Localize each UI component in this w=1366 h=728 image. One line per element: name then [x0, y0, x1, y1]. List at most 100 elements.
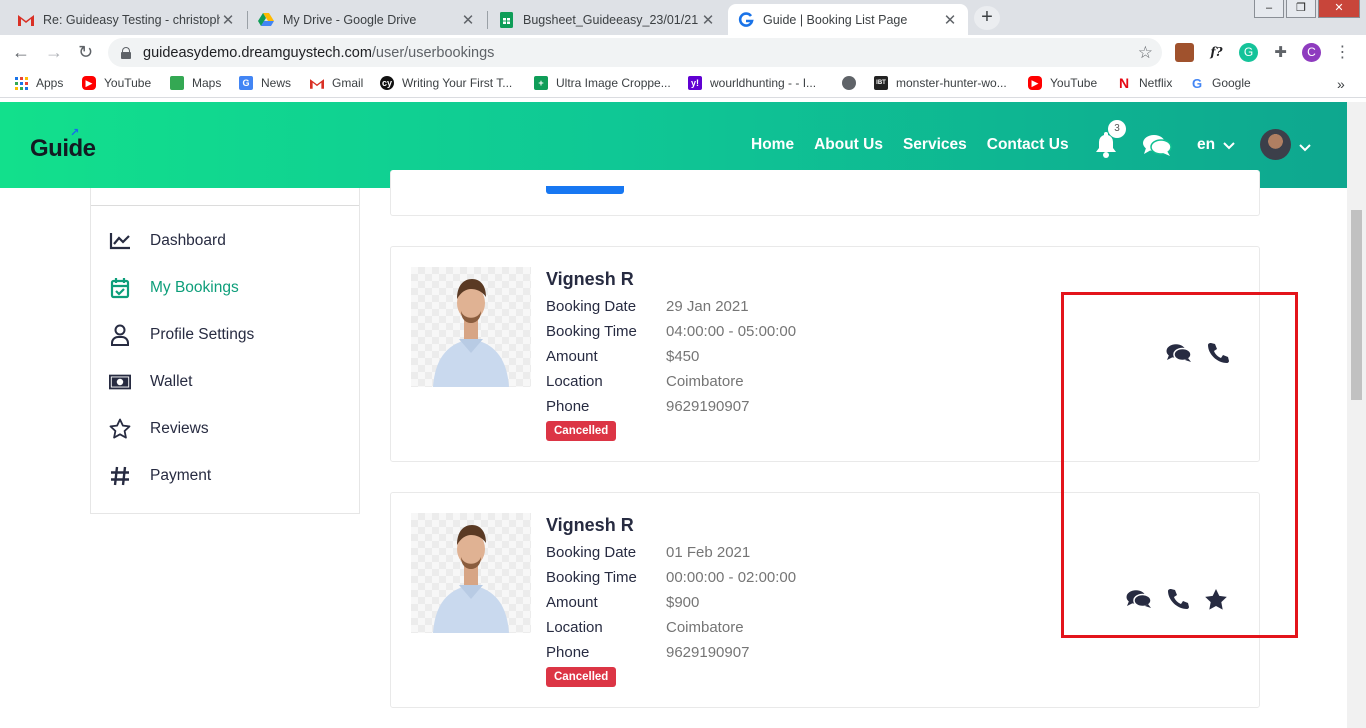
- sidebar-item-dashboard[interactable]: Dashboard: [109, 230, 226, 252]
- bookmark-label: Netflix: [1139, 76, 1173, 90]
- sidebar-item-profile-settings[interactable]: Profile Settings: [109, 324, 254, 346]
- netflix-icon: N: [1118, 75, 1130, 91]
- guide-photo: [411, 513, 531, 633]
- back-arrow-icon[interactable]: ←: [12, 42, 30, 63]
- user-icon: [109, 324, 131, 346]
- browser-toolbar: ← → ↻ guideasydemo.dreamguystech.com/use…: [0, 35, 1366, 70]
- sidebar-item-label: Profile Settings: [150, 326, 255, 343]
- browser-tab-drive[interactable]: My Drive - Google Drive ✕: [248, 4, 486, 35]
- yahoo-icon: y!: [688, 76, 702, 90]
- user-avatar[interactable]: [1260, 129, 1291, 160]
- sidebar-item-my-bookings[interactable]: My Bookings: [109, 277, 239, 299]
- close-tab-icon[interactable]: ✕: [460, 11, 476, 29]
- bookmark-gmail[interactable]: Gmail: [310, 76, 363, 90]
- bookmark-netflix[interactable]: N Netflix: [1117, 75, 1173, 91]
- gmail-icon: [18, 12, 34, 28]
- minimize-icon[interactable]: –: [1254, 0, 1284, 18]
- grammarly-icon[interactable]: G: [1239, 43, 1258, 62]
- guide-name[interactable]: Vignesh R: [546, 269, 634, 290]
- location-value: Coimbatore: [666, 373, 744, 390]
- nav-home[interactable]: Home: [751, 136, 794, 154]
- calendar-check-icon: [109, 277, 131, 299]
- address-bar[interactable]: guideasydemo.dreamguystech.com/user/user…: [108, 38, 1162, 67]
- logo-arrow-icon: ↗: [70, 127, 79, 139]
- divider: [91, 205, 359, 206]
- close-tab-icon[interactable]: ✕: [700, 11, 716, 29]
- bookmark-ultra-image[interactable]: + Ultra Image Croppe...: [534, 76, 671, 90]
- phone-value: 9629190907: [666, 398, 750, 415]
- profile-avatar[interactable]: C: [1302, 43, 1321, 62]
- nav-about-us[interactable]: About Us: [814, 136, 883, 154]
- bookmark-google[interactable]: G Google: [1190, 76, 1251, 91]
- main-nav: Home About Us Services Contact Us: [751, 136, 1089, 154]
- chevron-down-icon[interactable]: [1223, 139, 1235, 153]
- bookmark-monster-hunter[interactable]: IBT monster-hunter-wo...: [874, 76, 1007, 90]
- bookmark-label: wourldhunting - - I...: [710, 76, 817, 90]
- language-selector[interactable]: en: [1197, 136, 1215, 154]
- chevron-down-icon[interactable]: [1299, 141, 1311, 155]
- nav-contact-us[interactable]: Contact Us: [987, 136, 1069, 154]
- site-logo[interactable]: Guide ↗: [30, 127, 96, 163]
- bookmark-apps[interactable]: Apps: [14, 76, 63, 90]
- bookmark-globe[interactable]: [842, 76, 864, 90]
- close-tab-icon[interactable]: ✕: [220, 11, 236, 29]
- browser-tab-gmail[interactable]: Re: Guideasy Testing - christophe ✕: [8, 4, 246, 35]
- phone-row: Phone 9629190907: [546, 398, 749, 415]
- dashboard-sidebar: Dashboard My Bookings Profile Settings W…: [90, 188, 360, 514]
- amount-row: Amount $450: [546, 348, 699, 365]
- lock-icon: [121, 46, 131, 59]
- bookmark-writing[interactable]: cy Writing Your First T...: [380, 76, 512, 90]
- bookmark-youtube-2[interactable]: ▶ YouTube: [1028, 76, 1097, 90]
- location-row: Location Coimbatore: [546, 373, 744, 390]
- booking-date-row: Booking Date 29 Jan 2021: [546, 298, 749, 315]
- forward-arrow-icon[interactable]: →: [45, 42, 63, 63]
- extension-media-icon[interactable]: [1175, 43, 1194, 62]
- scrollbar-thumb[interactable]: [1351, 210, 1362, 400]
- youtube-icon: ▶: [1028, 76, 1042, 90]
- tab-title: Re: Guideasy Testing - christophe: [43, 12, 220, 27]
- phone-label: Phone: [546, 644, 590, 661]
- star-icon: [109, 418, 131, 440]
- location-value: Coimbatore: [666, 619, 744, 636]
- amount-row: Amount $900: [546, 594, 699, 611]
- bookmark-label: Google: [1212, 76, 1251, 90]
- chrome-menu-icon[interactable]: ⋮: [1333, 43, 1352, 62]
- bookmark-news[interactable]: G News: [239, 76, 291, 90]
- close-tab-icon[interactable]: ✕: [942, 11, 958, 29]
- hashtag-icon: [109, 465, 131, 487]
- new-tab-button[interactable]: +: [974, 6, 1000, 30]
- extension-function-icon[interactable]: f?: [1207, 43, 1226, 62]
- bookmark-label: Gmail: [332, 76, 364, 90]
- sidebar-item-payment[interactable]: Payment: [109, 465, 211, 487]
- location-row: Location Coimbatore: [546, 619, 744, 636]
- bookmark-maps[interactable]: Maps: [170, 76, 221, 90]
- chat-icon[interactable]: [1142, 133, 1172, 162]
- maximize-icon[interactable]: ❐: [1286, 0, 1316, 18]
- bookmark-wourldhunting[interactable]: y! wourldhunting - - I...: [688, 76, 816, 90]
- window-close-icon[interactable]: ✕: [1318, 0, 1360, 18]
- status-badge: Cancelled: [546, 667, 617, 687]
- sidebar-item-wallet[interactable]: Wallet: [109, 371, 193, 393]
- guide-name[interactable]: Vignesh R: [546, 515, 634, 536]
- sidebar-item-reviews[interactable]: Reviews: [109, 418, 209, 440]
- location-label: Location: [546, 373, 603, 390]
- location-label: Location: [546, 619, 603, 636]
- sidebar-item-label: Wallet: [150, 373, 193, 390]
- bookmark-youtube[interactable]: ▶ YouTube: [82, 76, 151, 90]
- booking-time-row: Booking Time 00:00:00 - 02:00:00: [546, 569, 796, 586]
- guide-photo: [411, 267, 531, 387]
- extensions-puzzle-icon[interactable]: ✚: [1271, 43, 1290, 62]
- browser-tab-sheets[interactable]: Bugsheet_Guideeasy_23/01/21 - ✕: [488, 4, 726, 35]
- booking-time-label: Booking Time: [546, 323, 637, 340]
- amount-label: Amount: [546, 594, 598, 611]
- bookmark-star-icon[interactable]: ☆: [1138, 43, 1153, 63]
- browser-tab-guide[interactable]: Guide | Booking List Page ✕: [728, 4, 968, 35]
- bookmark-label: monster-hunter-wo...: [896, 76, 1007, 90]
- reload-icon[interactable]: ↻: [78, 42, 93, 63]
- tab-title: Bugsheet_Guideeasy_23/01/21 -: [523, 12, 700, 27]
- booking-time-value: 00:00:00 - 02:00:00: [666, 569, 797, 586]
- bookmarks-overflow-icon[interactable]: »: [1337, 76, 1345, 92]
- page-scrollbar[interactable]: [1347, 102, 1366, 728]
- notification-count-badge: 3: [1108, 120, 1126, 138]
- nav-services[interactable]: Services: [903, 136, 967, 154]
